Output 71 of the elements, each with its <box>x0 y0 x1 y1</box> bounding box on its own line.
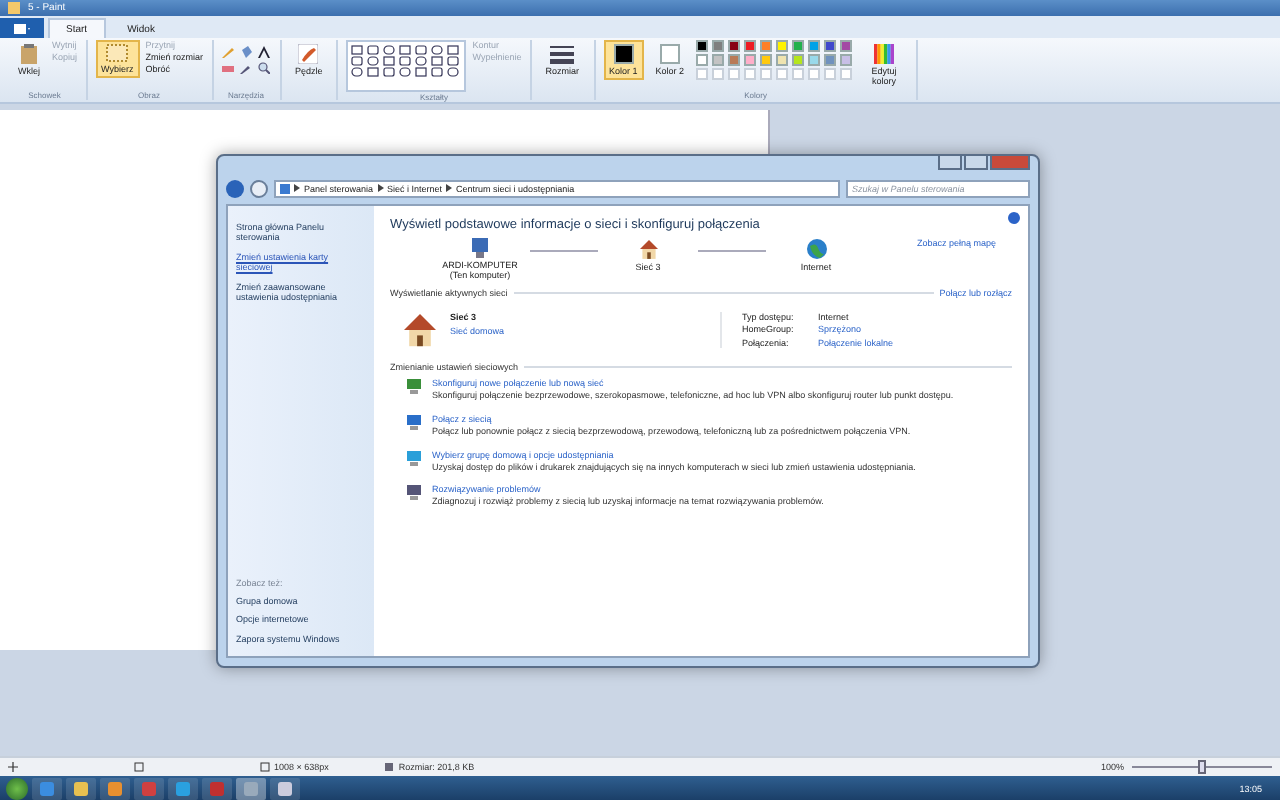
taskbar-app-button[interactable] <box>168 777 198 799</box>
rainbow-icon <box>874 44 895 64</box>
palette-color[interactable] <box>744 54 757 66</box>
app-icon <box>74 781 88 795</box>
house-icon <box>637 238 659 260</box>
palette-color[interactable] <box>840 40 853 52</box>
app-icon <box>108 781 122 795</box>
taskbar-app-button[interactable] <box>100 777 130 799</box>
file-menu-button[interactable] <box>0 18 44 38</box>
palette-color[interactable] <box>824 54 837 66</box>
network-icon <box>406 377 422 394</box>
canvas-size-icon <box>260 762 270 772</box>
menu-icon <box>14 23 30 33</box>
taskbar-app-button[interactable] <box>236 777 266 799</box>
slider-thumb[interactable] <box>1198 760 1206 774</box>
palette-color[interactable] <box>696 40 709 52</box>
palette-color[interactable] <box>728 40 741 52</box>
palette-color[interactable] <box>776 40 789 52</box>
app-icon <box>278 781 292 795</box>
house-icon <box>402 311 438 348</box>
app-icon <box>142 781 156 795</box>
eraser-icon <box>221 62 233 74</box>
chevron-icon <box>294 184 300 192</box>
selection-icon <box>106 44 129 62</box>
minimize-button[interactable] <box>938 156 962 170</box>
picker-icon <box>239 62 251 74</box>
palette-color[interactable] <box>760 54 773 66</box>
palette-color[interactable] <box>712 54 725 66</box>
forward-button[interactable] <box>250 179 268 197</box>
app-icon <box>210 781 224 795</box>
paint-app-icon <box>8 2 20 14</box>
taskbar-app-button[interactable] <box>66 777 96 799</box>
palette-color[interactable] <box>824 40 837 52</box>
app-icon <box>40 781 54 795</box>
palette-color[interactable] <box>792 40 805 52</box>
maximize-button[interactable] <box>964 156 988 170</box>
palette-color[interactable] <box>744 40 757 52</box>
monitor-icon <box>406 484 422 501</box>
chevron-icon <box>446 184 453 192</box>
selection-size-icon <box>134 762 144 772</box>
network-icon <box>406 449 422 466</box>
palette-color[interactable] <box>728 54 741 66</box>
app-icon <box>176 781 190 795</box>
line-width-icon <box>550 44 575 64</box>
palette-color[interactable] <box>776 54 789 66</box>
computer-icon <box>468 238 492 258</box>
chevron-icon <box>377 184 384 192</box>
palette-color[interactable] <box>808 54 821 66</box>
taskbar-app-button[interactable] <box>32 777 62 799</box>
back-button[interactable] <box>226 179 244 197</box>
network-icon <box>406 413 422 430</box>
app-icon <box>244 781 258 795</box>
palette-color[interactable] <box>696 54 709 66</box>
brush-icon <box>298 44 319 64</box>
fill-icon <box>239 46 251 58</box>
palette-color[interactable] <box>712 40 725 52</box>
palette-color[interactable] <box>760 40 773 52</box>
magnifier-icon <box>257 62 269 74</box>
move-icon <box>8 762 18 772</box>
palette-color[interactable] <box>792 54 805 66</box>
palette-color[interactable] <box>808 40 821 52</box>
globe-icon <box>805 238 827 260</box>
pencil-icon <box>221 46 233 58</box>
palette-color[interactable] <box>840 54 853 66</box>
control-panel-icon <box>280 183 290 193</box>
taskbar-app-button[interactable] <box>270 777 300 799</box>
help-icon[interactable] <box>1008 212 1020 224</box>
shapes-icon <box>350 44 463 78</box>
text-icon <box>257 46 269 58</box>
clipboard-icon <box>20 44 38 64</box>
start-button[interactable] <box>6 777 28 799</box>
